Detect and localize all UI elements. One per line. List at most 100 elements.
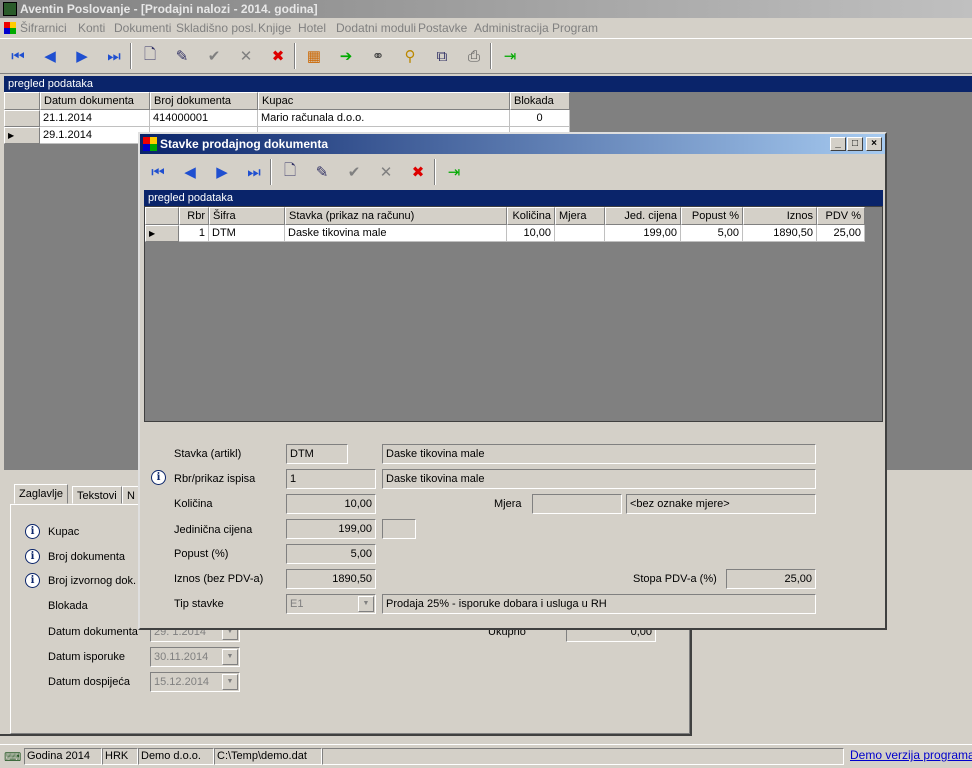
- col-stavka[interactable]: Stavka (prikaz na računu): [285, 207, 507, 225]
- dialog-grid[interactable]: Rbr Šifra Stavka (prikaz na računu) Koli…: [144, 206, 883, 422]
- menu-skladisno[interactable]: Skladišno posl.: [176, 21, 257, 35]
- rbr-name-field[interactable]: Daske tikovina male: [382, 469, 816, 489]
- col-kolicina[interactable]: Količina: [507, 207, 555, 225]
- delete-icon[interactable]: ✖: [266, 44, 290, 68]
- current-row-indicator[interactable]: ▶: [145, 225, 179, 242]
- col-datum-dokumenta[interactable]: Datum dokumenta: [40, 92, 150, 110]
- toolbar-separator: [130, 43, 132, 69]
- table-cell[interactable]: Daske tikovina male: [285, 225, 507, 242]
- table-cell[interactable]: [555, 225, 605, 242]
- table-cell[interactable]: 414000001: [150, 110, 258, 127]
- tab-zaglavlje[interactable]: Zaglavlje: [14, 484, 69, 504]
- copy-icon[interactable]: ⧉: [430, 44, 454, 68]
- first-record-icon[interactable]: ⏮: [6, 44, 30, 68]
- toolbar-separator: [434, 159, 436, 185]
- new-document-icon[interactable]: 🗋: [138, 44, 162, 68]
- menu-knjige[interactable]: Knjige: [258, 21, 291, 35]
- menu-dodatni-moduli[interactable]: Dodatni moduli: [336, 21, 416, 35]
- chevron-down-icon[interactable]: ▼: [222, 649, 238, 665]
- delete-icon[interactable]: ✖: [406, 160, 430, 184]
- menu-sifrarnici[interactable]: Šifrarnici: [20, 21, 67, 35]
- table-cell[interactable]: 25,00: [817, 225, 865, 242]
- menu-dokumenti[interactable]: Dokumenti: [114, 21, 171, 35]
- confirm-icon[interactable]: ✔: [342, 160, 366, 184]
- prev-record-icon[interactable]: ◀: [178, 160, 202, 184]
- prev-record-icon[interactable]: ◀: [38, 44, 62, 68]
- exit-icon[interactable]: ⇥: [442, 160, 466, 184]
- col-popust[interactable]: Popust %: [681, 207, 743, 225]
- table-cell[interactable]: 10,00: [507, 225, 555, 242]
- menu-postavke[interactable]: Postavke: [418, 21, 467, 35]
- edit-icon[interactable]: ✎: [310, 160, 334, 184]
- info-icon[interactable]: i: [151, 470, 166, 485]
- cancel-icon[interactable]: ✕: [234, 44, 258, 68]
- table-cell[interactable]: 0: [510, 110, 570, 127]
- menu-hotel[interactable]: Hotel: [298, 21, 326, 35]
- close-icon[interactable]: ×: [866, 137, 882, 151]
- print-icon[interactable]: ⎙: [462, 44, 486, 68]
- menu-konti[interactable]: Konti: [78, 21, 105, 35]
- last-record-icon[interactable]: ⏭: [102, 44, 126, 68]
- stavka-name-field[interactable]: Daske tikovina male: [382, 444, 816, 464]
- mjera-code-field[interactable]: [532, 494, 622, 514]
- table-cell[interactable]: Mario računala d.o.o.: [258, 110, 510, 127]
- datum-isporuke-label: Datum isporuke: [48, 651, 126, 663]
- table-cell[interactable]: DTM: [209, 225, 285, 242]
- minimize-icon[interactable]: _: [830, 137, 846, 151]
- rbr-label: Rbr/prikaz ispisa: [174, 473, 256, 485]
- first-record-icon[interactable]: ⏮: [146, 160, 170, 184]
- col-blokada[interactable]: Blokada: [510, 92, 570, 110]
- grid-view-icon[interactable]: ▦: [302, 44, 326, 68]
- table-cell[interactable]: 199,00: [605, 225, 681, 242]
- table-cell[interactable]: 29.1.2014: [40, 127, 150, 144]
- table-cell[interactable]: 5,00: [681, 225, 743, 242]
- confirm-icon[interactable]: ✔: [202, 44, 226, 68]
- col-mjera[interactable]: Mjera: [555, 207, 605, 225]
- col-pdv[interactable]: PDV %: [817, 207, 865, 225]
- maximize-icon[interactable]: □: [847, 137, 863, 151]
- col-jed-cijena[interactable]: Jed. cijena: [605, 207, 681, 225]
- row-indicator-header: [145, 207, 179, 225]
- info-icon[interactable]: i: [25, 524, 40, 539]
- col-iznos[interactable]: Iznos: [743, 207, 817, 225]
- cancel-icon[interactable]: ✕: [374, 160, 398, 184]
- table-cell[interactable]: 1890,50: [743, 225, 817, 242]
- current-row-indicator[interactable]: ▶: [4, 127, 40, 144]
- menu-administracija[interactable]: Administracija: [474, 21, 549, 35]
- tab-tekstovi[interactable]: Tekstovi: [72, 486, 122, 504]
- rbr-field[interactable]: 1: [286, 469, 376, 489]
- stopa-pdv-label: Stopa PDV-a (%): [633, 573, 717, 585]
- kolicina-field[interactable]: 10,00: [286, 494, 376, 514]
- edit-icon[interactable]: ✎: [170, 44, 194, 68]
- row-indicator[interactable]: [4, 110, 40, 127]
- stavka-code-field[interactable]: DTM: [286, 444, 348, 464]
- mjera-name-field[interactable]: <bez oznake mjere>: [626, 494, 816, 514]
- cijena-label: Jedinična cijena: [174, 524, 253, 536]
- export-icon[interactable]: ➔: [334, 44, 358, 68]
- link-icon[interactable]: ⚭: [366, 44, 390, 68]
- new-document-icon[interactable]: 🗋: [278, 160, 302, 184]
- last-record-icon[interactable]: ⏭: [242, 160, 266, 184]
- col-rbr[interactable]: Rbr: [179, 207, 209, 225]
- next-record-icon[interactable]: ▶: [70, 44, 94, 68]
- col-sifra[interactable]: Šifra: [209, 207, 285, 225]
- chevron-down-icon[interactable]: ▼: [222, 674, 238, 690]
- col-kupac[interactable]: Kupac: [258, 92, 510, 110]
- popust-field[interactable]: 5,00: [286, 544, 376, 564]
- demo-version-link[interactable]: Demo verzija programa Po: [850, 748, 972, 762]
- search-icon[interactable]: ⚲: [398, 44, 422, 68]
- col-broj-dokumenta[interactable]: Broj dokumenta: [150, 92, 258, 110]
- chevron-down-icon[interactable]: ▼: [358, 596, 374, 612]
- status-empty: [322, 748, 844, 765]
- stopa-pdv-field[interactable]: 25,00: [726, 569, 816, 589]
- kupac-label: Kupac: [48, 526, 80, 538]
- info-icon[interactable]: i: [25, 549, 40, 564]
- info-icon[interactable]: i: [25, 573, 40, 588]
- cijena-extra-field[interactable]: [382, 519, 416, 539]
- cijena-field[interactable]: 199,00: [286, 519, 376, 539]
- table-cell[interactable]: 21.1.2014: [40, 110, 150, 127]
- exit-icon[interactable]: ⇥: [498, 44, 522, 68]
- menu-program[interactable]: Program: [552, 21, 598, 35]
- table-cell[interactable]: 1: [179, 225, 209, 242]
- next-record-icon[interactable]: ▶: [210, 160, 234, 184]
